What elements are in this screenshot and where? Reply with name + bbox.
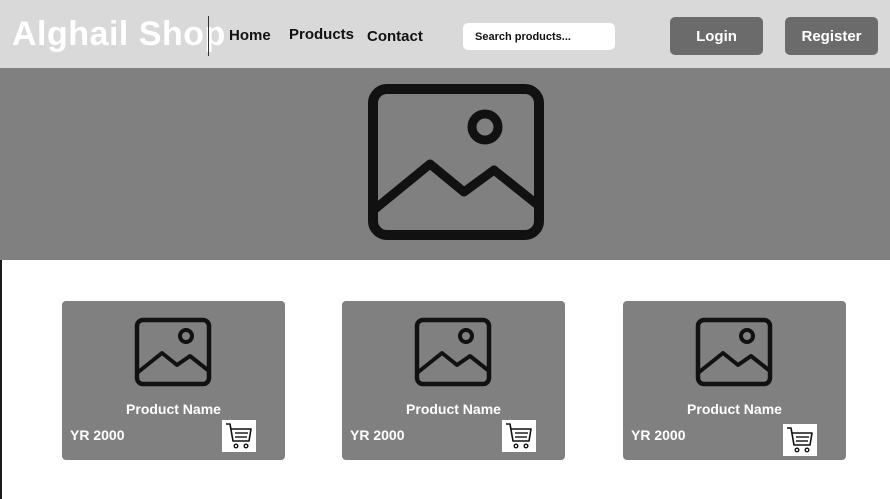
product-name: Product Name: [687, 401, 782, 417]
shopping-cart-icon: [787, 427, 813, 453]
product-name: Product Name: [406, 401, 501, 417]
add-to-cart-button[interactable]: [783, 424, 817, 456]
product-card[interactable]: Product Name YR 2000: [62, 301, 285, 460]
nav-home-link[interactable]: Home: [229, 27, 271, 45]
image-placeholder-icon: [695, 317, 773, 387]
search-input[interactable]: [463, 23, 615, 50]
image-placeholder-icon: [368, 84, 544, 240]
image-placeholder-icon: [134, 317, 212, 387]
product-card[interactable]: Product Name YR 2000: [342, 301, 565, 460]
brand-logo[interactable]: Alghail Shop: [12, 14, 226, 54]
header-divider: [208, 16, 209, 56]
product-card[interactable]: Product Name YR 2000: [623, 301, 846, 460]
nav-contact-link[interactable]: Contact: [367, 28, 423, 46]
product-price: YR 2000: [70, 427, 125, 443]
product-price: YR 2000: [631, 427, 686, 443]
nav-products-link[interactable]: Products: [289, 26, 354, 44]
shopping-cart-icon: [226, 423, 252, 449]
shopping-cart-icon: [506, 423, 532, 449]
add-to-cart-button[interactable]: [502, 420, 536, 452]
add-to-cart-button[interactable]: [222, 420, 256, 452]
product-name: Product Name: [126, 401, 221, 417]
product-price: YR 2000: [350, 427, 405, 443]
site-header: Alghail Shop Home Products Contact Login…: [0, 0, 890, 68]
image-placeholder-icon: [414, 317, 492, 387]
login-button[interactable]: Login: [670, 17, 763, 55]
register-button[interactable]: Register: [785, 17, 878, 55]
